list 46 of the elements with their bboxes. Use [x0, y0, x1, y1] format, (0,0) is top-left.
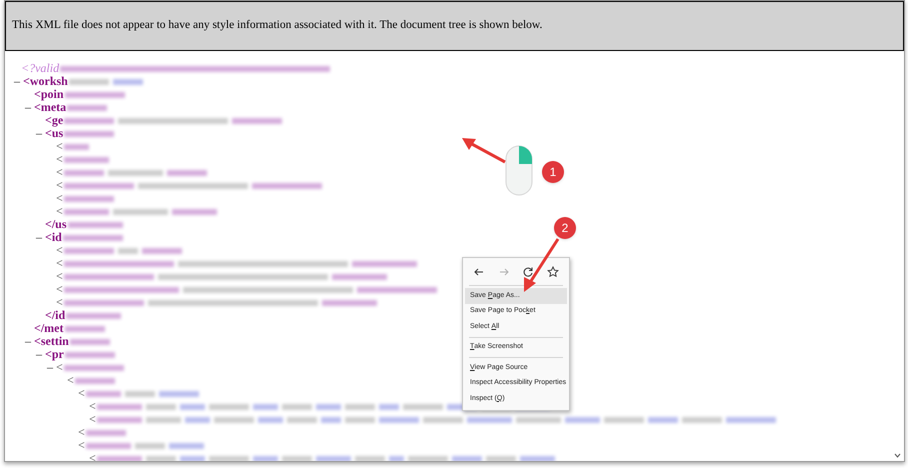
xml-tag: <	[78, 439, 85, 452]
xml-tag: <	[56, 283, 63, 296]
xml-tag: </met	[34, 322, 64, 335]
xml-tag: <worksh	[23, 75, 68, 88]
xml-tag: <	[56, 361, 63, 374]
annotation-arrow	[521, 237, 561, 293]
xml-tag: <ge	[45, 114, 64, 127]
xml-tag: <	[89, 400, 96, 413]
back-icon[interactable]	[473, 266, 485, 278]
xml-tag: <us	[45, 127, 64, 140]
mouse-icon	[505, 145, 533, 196]
xml-tag: <	[56, 257, 63, 270]
annotation-arrow	[461, 137, 507, 165]
reload-icon[interactable]	[522, 266, 534, 278]
xml-tag: <	[56, 244, 63, 257]
xml-tag: <poin	[34, 88, 64, 101]
xml-tag: <id	[45, 231, 62, 244]
xml-tag: <	[89, 452, 96, 461]
collapse-toggle[interactable]: –	[25, 101, 34, 114]
xml-tag: <	[56, 153, 63, 166]
collapse-toggle[interactable]: –	[47, 361, 56, 374]
xml-tag: <	[56, 166, 63, 179]
star-icon[interactable]	[546, 266, 559, 278]
xml-tag: <	[78, 387, 85, 400]
xml-tag: <pr	[45, 348, 64, 361]
xml-tag: <	[78, 426, 85, 439]
xml-tag: <meta	[34, 101, 66, 114]
xml-tag: <	[56, 179, 63, 192]
xml-tag: <	[56, 205, 63, 218]
collapse-toggle[interactable]: –	[14, 75, 23, 88]
banner-text: This XML file does not appear to have any style information associated with it. The document tree is shown below.	[12, 18, 542, 34]
xml-tag: <	[67, 374, 74, 387]
collapse-toggle[interactable]: –	[36, 127, 45, 140]
xml-tag: </id	[45, 309, 66, 322]
xml-tag: </us	[45, 218, 67, 231]
xml-tag: <	[89, 413, 96, 426]
processing-instruction: <?valid	[21, 62, 60, 75]
xml-tag: <	[56, 270, 63, 283]
collapse-toggle[interactable]: –	[36, 231, 45, 244]
collapse-toggle[interactable]: –	[36, 348, 45, 361]
xml-tag: <settin	[34, 335, 69, 348]
scroll-down-icon[interactable]	[894, 453, 901, 458]
xml-tag: <	[56, 192, 63, 205]
xml-tag: <	[56, 296, 63, 309]
xml-tag: <	[56, 140, 63, 153]
collapse-toggle[interactable]: –	[25, 335, 34, 348]
